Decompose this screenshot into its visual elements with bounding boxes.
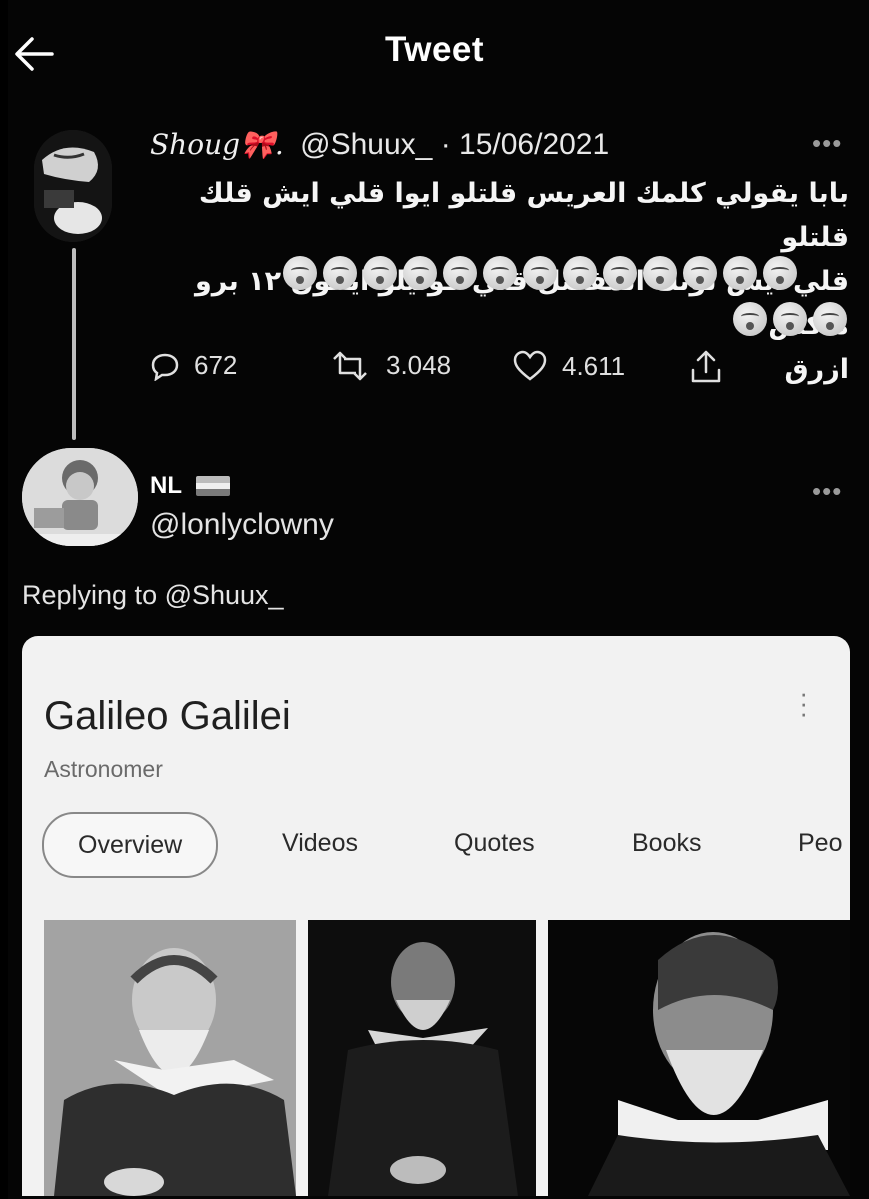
- thread-line: [72, 248, 76, 440]
- crying-face-emoji-icon: [363, 256, 397, 290]
- more-dots-icon[interactable]: •••: [812, 128, 842, 159]
- retweet-button[interactable]: 3.048: [328, 350, 451, 381]
- reply-author-handle[interactable]: @lonlyclowny: [150, 508, 334, 542]
- emoji-row: [279, 256, 797, 290]
- meta-separator: ·: [440, 128, 451, 161]
- replying-to[interactable]: Replying to @Shuux_: [22, 580, 284, 611]
- tweet-meta: Shoug🎀. @Shuux_ · 15/06/2021: [150, 128, 609, 162]
- crying-face-emoji-icon: [643, 256, 677, 290]
- reply-count: 672: [194, 350, 238, 380]
- card-title: Galileo Galilei: [44, 694, 291, 738]
- more-dots-icon[interactable]: •••: [812, 476, 842, 507]
- card-subtitle: Astronomer: [44, 756, 163, 782]
- crying-face-emoji-icon: [683, 256, 717, 290]
- reply-author-name: NL: [150, 472, 182, 499]
- crying-face-emoji-icon: [763, 256, 797, 290]
- crying-face-emoji-icon: [323, 256, 357, 290]
- crying-face-emoji-icon: [733, 302, 767, 336]
- avatar[interactable]: [34, 130, 112, 242]
- author-handle[interactable]: @Shuux_: [300, 128, 432, 161]
- kebab-menu-icon[interactable]: · · ·: [799, 680, 808, 726]
- author-name[interactable]: Shoug🎀.: [150, 128, 284, 161]
- crying-face-emoji-icon: [723, 256, 757, 290]
- tweet-line: ازرق: [784, 354, 849, 385]
- like-icon: [513, 350, 547, 381]
- like-count: 4.611: [562, 350, 626, 381]
- crying-face-emoji-icon: [403, 256, 437, 290]
- left-edge: [0, 0, 8, 1199]
- tab-people[interactable]: Peo: [798, 812, 842, 874]
- crying-face-emoji-icon: [813, 302, 847, 336]
- portrait-image[interactable]: [308, 920, 536, 1196]
- portrait-image[interactable]: [548, 920, 850, 1196]
- tab-videos[interactable]: Videos: [282, 812, 358, 874]
- avatar[interactable]: [22, 448, 138, 546]
- portrait-image[interactable]: [44, 920, 296, 1196]
- tweet-date[interactable]: 15/06/2021: [459, 128, 609, 161]
- share-button[interactable]: [688, 350, 738, 384]
- crying-face-emoji-icon: [523, 256, 557, 290]
- header: Tweet: [0, 0, 869, 100]
- reply-button[interactable]: 672: [150, 350, 237, 381]
- tab-quotes[interactable]: Quotes: [454, 812, 535, 874]
- retweet-count: 3.048: [386, 350, 452, 380]
- retweet-icon: [333, 351, 367, 380]
- flag-icon: [196, 476, 230, 496]
- card-tabs: Overview Videos Quotes Books Peo: [42, 812, 850, 878]
- crying-face-emoji-icon: [443, 256, 477, 290]
- reply-author[interactable]: NL: [150, 472, 230, 500]
- tab-books[interactable]: Books: [632, 812, 701, 874]
- crying-face-emoji-icon: [483, 256, 517, 290]
- page-title: Tweet: [384, 30, 485, 69]
- crying-face-emoji-icon: [603, 256, 637, 290]
- emoji-row: [729, 302, 847, 336]
- like-button[interactable]: 4.611: [512, 350, 625, 382]
- reply-icon: [151, 353, 179, 381]
- crying-face-emoji-icon: [283, 256, 317, 290]
- share-icon: [691, 350, 721, 383]
- crying-face-emoji-icon: [563, 256, 597, 290]
- tweet-line: بابا يقولي كلمك العريس قلتلو ايوا قلي اي…: [198, 178, 849, 253]
- crying-face-emoji-icon: [773, 302, 807, 336]
- knowledge-card: Galileo Galilei Astronomer · · · Overview …: [22, 636, 850, 1196]
- tab-overview[interactable]: Overview: [42, 812, 219, 878]
